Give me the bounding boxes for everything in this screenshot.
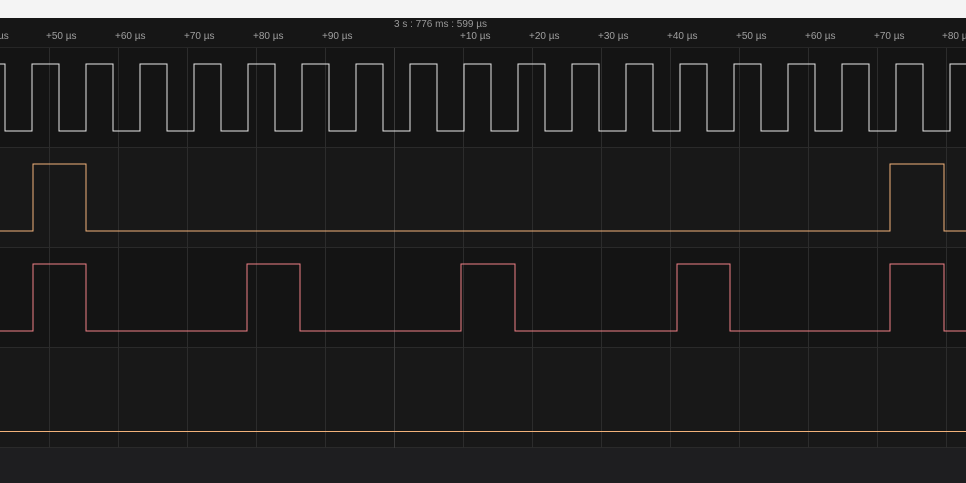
time-ruler[interactable]: 3 s : 776 ms : 599 µs µs +50 µs +60 µs +…: [0, 18, 966, 48]
empty-area: [0, 448, 966, 483]
top-toolbar: [0, 0, 966, 18]
tick-label: +70 µs: [874, 31, 905, 42]
waveforms: [0, 63, 966, 432]
waveform-channel-1: [0, 163, 966, 232]
tick-label: +50 µs: [46, 31, 77, 42]
tick-label: +10 µs: [460, 31, 491, 42]
tick-label: +20 µs: [529, 31, 560, 42]
cursor-timestamp: 3 s : 776 ms : 599 µs: [394, 19, 488, 30]
tick-label: +50 µs: [736, 31, 767, 42]
tick-label: +40 µs: [667, 31, 698, 42]
tick-label: +80 µs: [253, 31, 284, 42]
waveform-channel-0: [0, 63, 966, 132]
waveform-channel-2: [0, 263, 966, 332]
tick-label: +30 µs: [598, 31, 629, 42]
tick-label: µs: [0, 31, 9, 42]
tick-label: +60 µs: [805, 31, 836, 42]
tick-label: +70 µs: [184, 31, 215, 42]
tick-label: +80 µs: [942, 31, 966, 42]
tick-label: +60 µs: [115, 31, 146, 42]
tick-label: +90 µs: [322, 31, 353, 42]
